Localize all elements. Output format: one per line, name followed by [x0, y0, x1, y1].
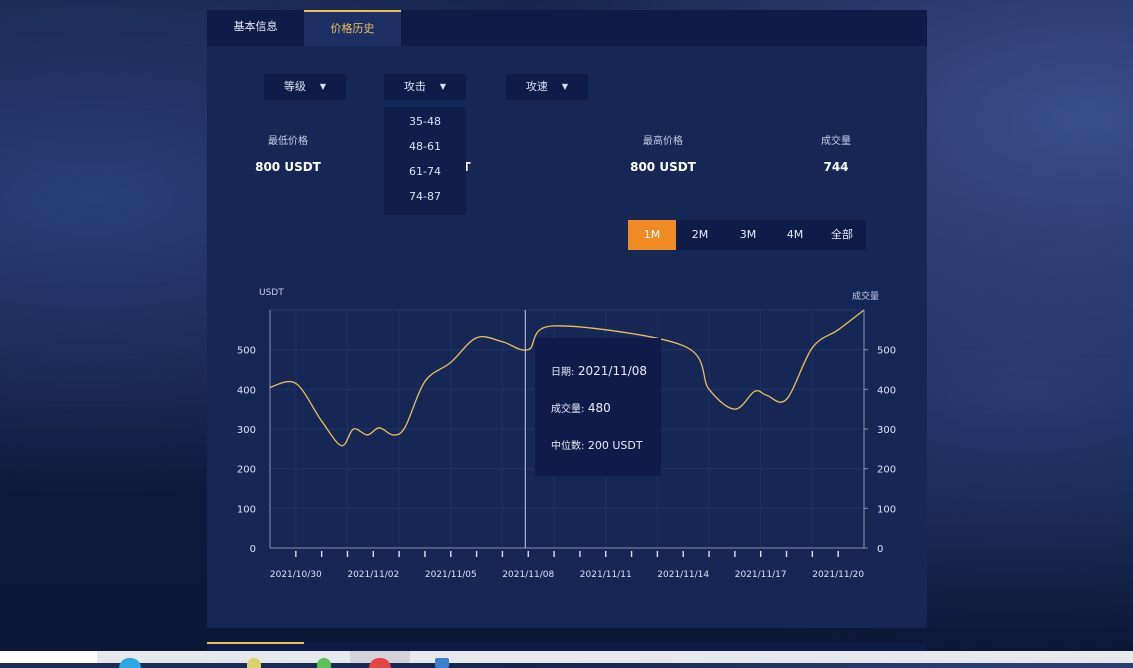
x-tick-label: 2021/11/17 — [735, 570, 787, 580]
tooltip-volume-row: 成交量: 480 — [551, 400, 611, 415]
y-tick-label-left: 100 — [237, 504, 256, 515]
x-tick-label: 2021/11/14 — [657, 570, 709, 580]
x-tick-label: 2021/11/20 — [812, 570, 864, 580]
folder-icon[interactable] — [247, 658, 261, 668]
y-tick-label-right: 100 — [877, 504, 896, 515]
y-tick-label-left: 500 — [237, 346, 256, 357]
taskbar — [0, 651, 1133, 668]
dropdown-option[interactable]: 35-48 — [384, 109, 466, 134]
tooltip-median-label: 中位数: — [551, 441, 585, 452]
chart-tooltip: 日期: 2021/11/08 成交量: 480 中位数: 200 USDT — [535, 338, 661, 476]
y-tick-label-right: 0 — [877, 544, 883, 555]
y-tick-label-left: 400 — [237, 385, 256, 396]
y-tick-label-right: 400 — [877, 385, 896, 396]
x-tick-label: 2021/11/02 — [347, 570, 399, 580]
x-tick-label: 2021/11/11 — [580, 570, 632, 580]
y-tick-label-right: 300 — [877, 425, 896, 436]
tooltip-date-row: 日期: 2021/11/08 — [551, 363, 647, 378]
dropdown-option[interactable]: 48-61 — [384, 134, 466, 159]
dropdown-option[interactable]: 61-74 — [384, 159, 466, 184]
y-tick-label-right: 500 — [877, 346, 896, 357]
tooltip-volume-label: 成交量: — [551, 404, 585, 415]
x-tick-labels: 2021/10/30 2021/11/02 2021/11/05 2021/11/08… — [270, 570, 864, 580]
app-icon[interactable] — [435, 658, 449, 668]
y-tick-label-left: 0 — [250, 544, 256, 555]
price-chart: 0 0 100 100 200 200 300 300 400 400 500 500 2021/10… — [237, 309, 896, 580]
tooltip-median-value: 200 USDT — [587, 439, 643, 452]
lower-tab-bar — [207, 642, 927, 651]
taskbar-strip — [97, 651, 1133, 668]
tooltip-date-label: 日期: — [551, 367, 575, 378]
y-tick-label-left: 300 — [237, 425, 256, 436]
x-tick-label: 2021/11/05 — [425, 570, 477, 580]
attack-dropdown-menu: 35-48 48-61 61-74 74-87 — [384, 107, 466, 215]
y-tick-label-left: 200 — [237, 465, 256, 476]
tooltip-median-row: 中位数: 200 USDT — [551, 437, 643, 452]
x-tick-label: 2021/11/08 — [502, 570, 554, 580]
active-tab-indicator — [207, 642, 304, 644]
dropdown-option[interactable]: 74-87 — [384, 184, 466, 209]
tooltip-date-value: 2021/11/08 — [577, 364, 648, 378]
browser-icon[interactable] — [119, 658, 141, 668]
x-tick-label: 2021/10/30 — [270, 570, 322, 580]
y-tick-label-right: 200 — [877, 465, 896, 476]
chat-icon[interactable] — [317, 658, 331, 668]
price-panel: 基本信息 价格历史 等级▼ 攻击▼ 攻速▼ 最低价格 800 USDT 权价格 … — [207, 10, 927, 628]
tooltip-volume-value: 480 — [587, 401, 611, 415]
